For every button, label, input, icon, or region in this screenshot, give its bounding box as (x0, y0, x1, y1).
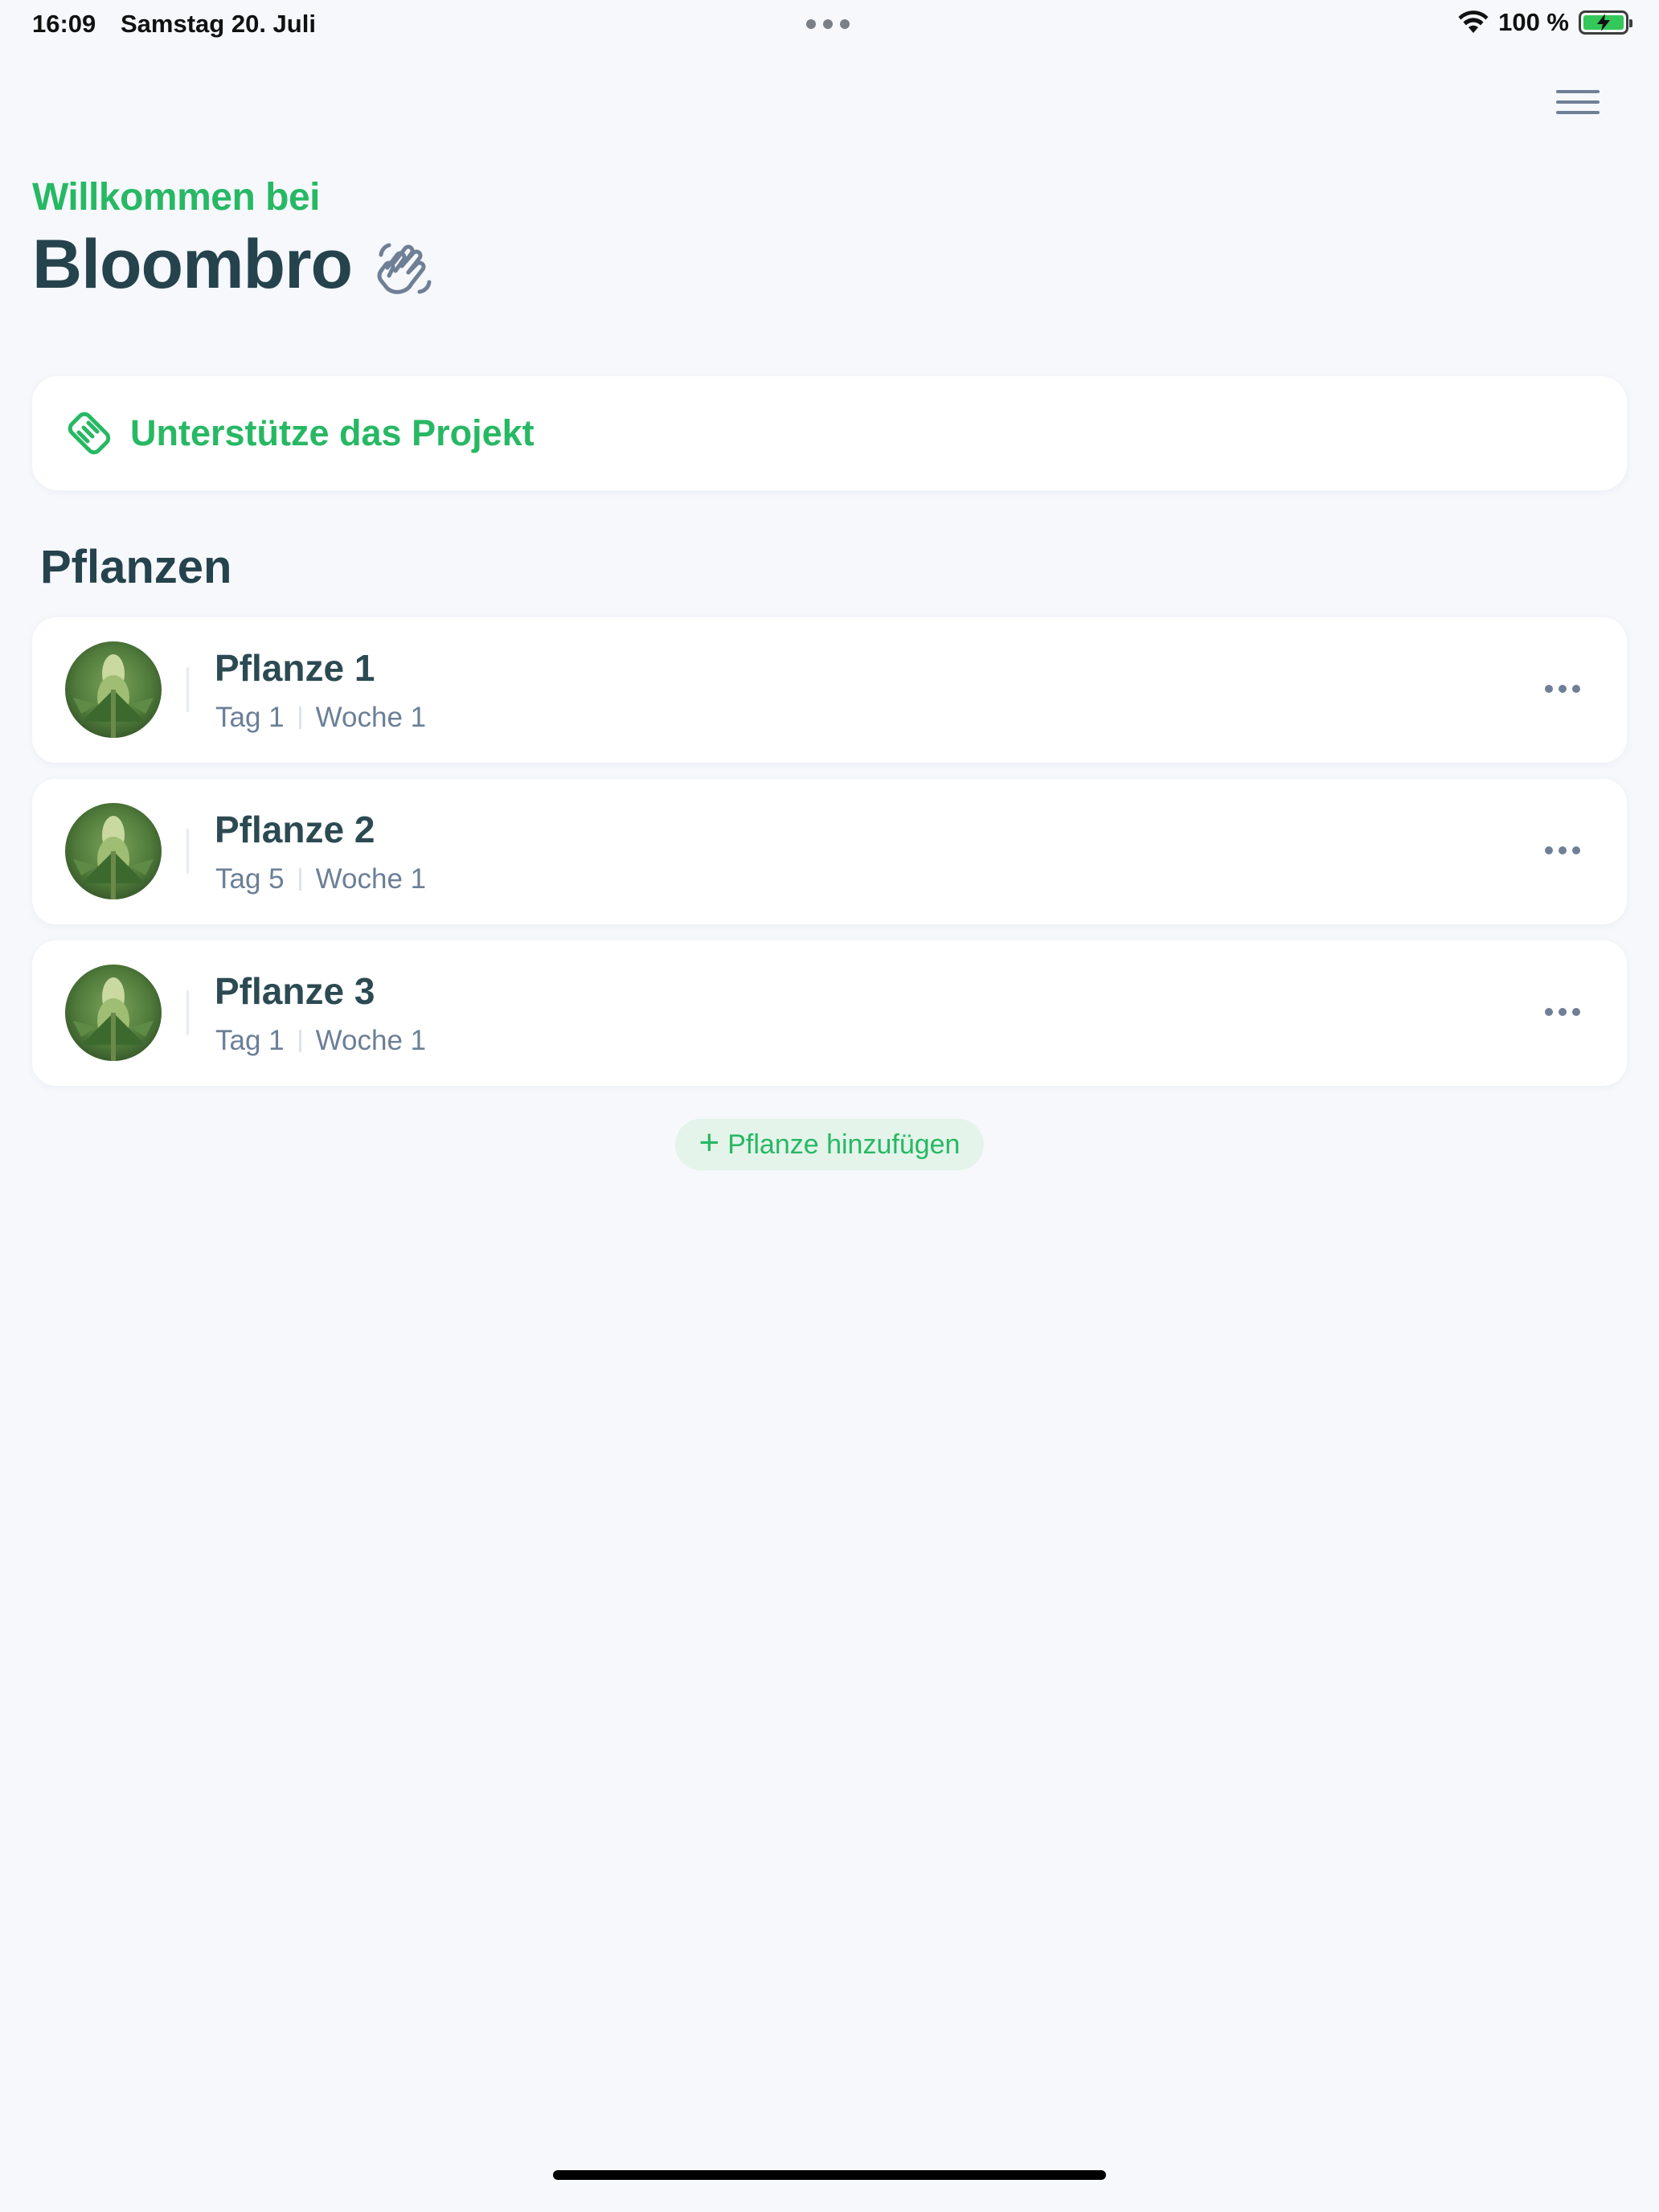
multitasking-dots-icon[interactable] (806, 19, 850, 29)
screen: 16:09 Samstag 20. Juli 100 % Willkommen … (0, 0, 1659, 2212)
plant-name: Pflanze 1 (215, 647, 375, 689)
plant-name: Pflanze 3 (215, 970, 375, 1012)
plant-week: Woche 1 (315, 863, 427, 895)
status-bar: 16:09 Samstag 20. Juli 100 % (0, 0, 1659, 50)
more-horizontal-icon[interactable] (1540, 842, 1585, 859)
status-time: 16:09 (32, 10, 96, 38)
divider (186, 829, 189, 874)
app-title: Bloombro (32, 226, 353, 303)
plant-meta: Tag 1 Woche 1 (215, 702, 426, 734)
battery-level (1583, 14, 1624, 31)
divider (186, 990, 189, 1035)
support-project-button[interactable]: Unterstütze das Projekt (32, 376, 1627, 490)
battery-percent: 100 % (1498, 8, 1569, 36)
meta-separator (298, 1030, 301, 1052)
charging-bolt-icon (1597, 14, 1610, 31)
plant-meta: Tag 1 Woche 1 (215, 1025, 426, 1057)
status-date: Samstag 20. Juli (121, 10, 316, 38)
battery-icon (1579, 10, 1632, 35)
hamburger-menu-icon[interactable] (1556, 90, 1600, 122)
plant-card[interactable]: Pflanze 3 Tag 1 Woche 1 (32, 940, 1627, 1086)
add-plant-label: Pflanze hinzufügen (727, 1129, 961, 1160)
plant-week: Woche 1 (315, 1025, 427, 1056)
plant-list: Pflanze 1 Tag 1 Woche 1 Pflanze 2 Tag 5 … (32, 617, 1627, 1102)
plant-card[interactable]: Pflanze 1 Tag 1 Woche 1 (32, 617, 1627, 763)
more-horizontal-icon[interactable] (1540, 1003, 1585, 1021)
plant-day: Tag 1 (215, 702, 285, 733)
welcome-text: Willkommen bei (32, 176, 320, 219)
plant-card[interactable]: Pflanze 2 Tag 5 Woche 1 (32, 779, 1627, 924)
handshake-heart-icon (68, 412, 111, 455)
support-label: Unterstütze das Projekt (130, 412, 535, 453)
add-plant-button[interactable]: + Pflanze hinzufügen (675, 1119, 984, 1170)
status-right: 100 % (1458, 8, 1632, 37)
plant-name: Pflanze 2 (215, 809, 375, 850)
plants-section-title: Pflanzen (40, 541, 232, 593)
plant-meta: Tag 5 Woche 1 (215, 863, 426, 895)
waving-hand-icon (377, 243, 432, 294)
divider (186, 667, 189, 712)
plant-day: Tag 1 (215, 1025, 285, 1056)
wifi-icon (1458, 10, 1489, 33)
meta-separator (298, 707, 301, 729)
plant-avatar (65, 965, 162, 1061)
home-indicator[interactable] (553, 2170, 1106, 2180)
plant-day: Tag 5 (215, 863, 285, 895)
plant-week: Woche 1 (315, 702, 427, 733)
more-horizontal-icon[interactable] (1540, 680, 1585, 698)
plant-avatar (65, 803, 162, 899)
title-row: Bloombro (32, 225, 437, 305)
plus-icon: + (698, 1123, 720, 1162)
plant-avatar (65, 641, 162, 738)
meta-separator (298, 868, 301, 891)
